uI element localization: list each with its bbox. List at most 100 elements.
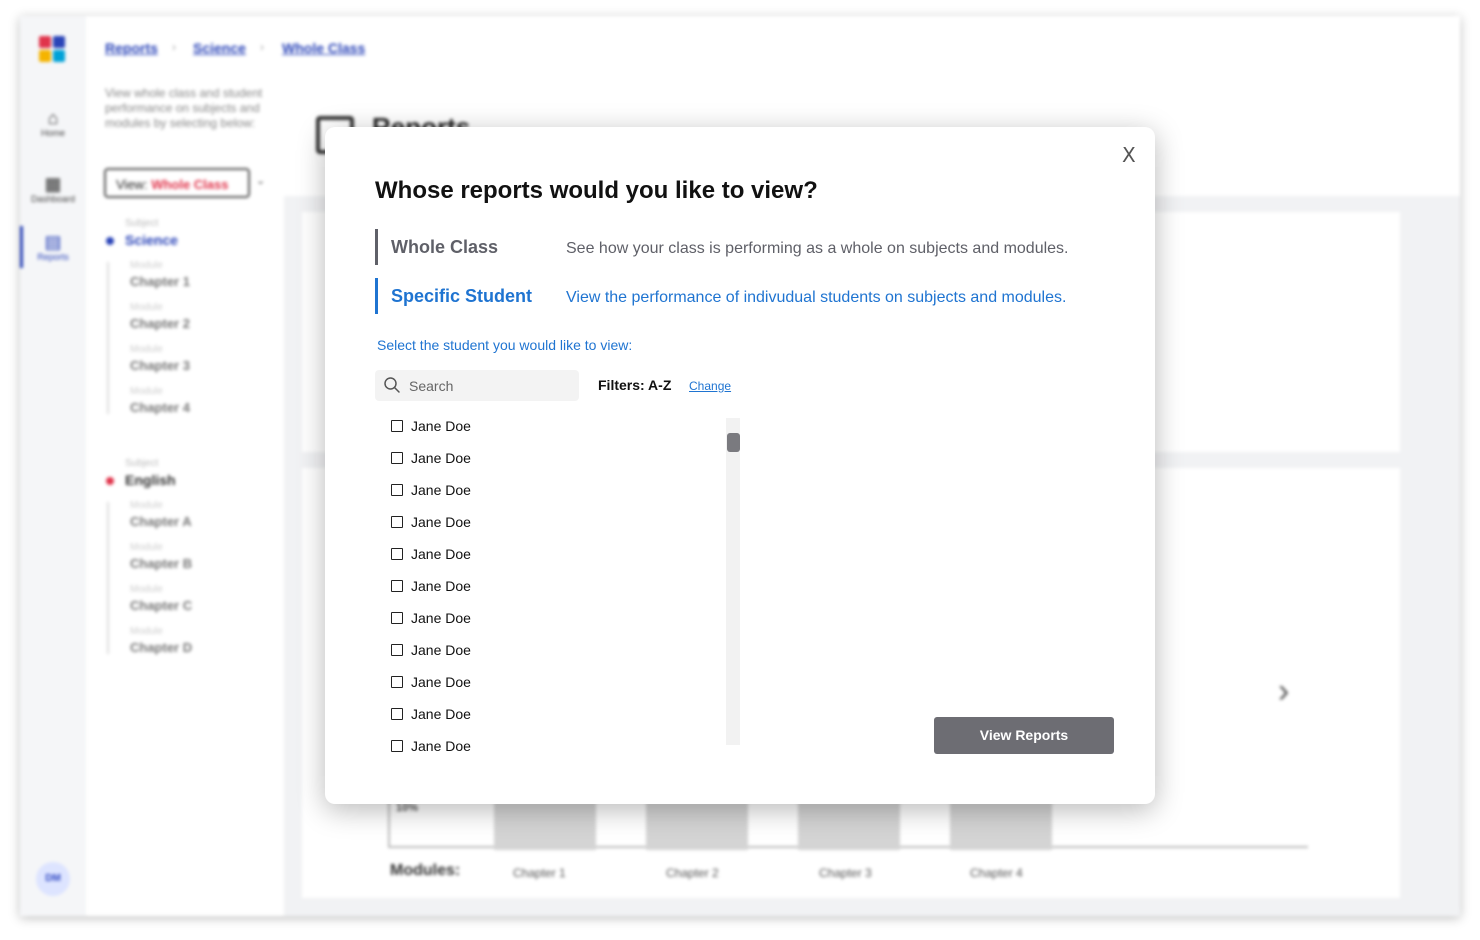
checkbox[interactable] bbox=[391, 484, 403, 496]
rail-item-home[interactable]: ⌂ Home bbox=[20, 108, 86, 138]
search-icon bbox=[384, 377, 400, 393]
student-row[interactable]: Jane Doe bbox=[389, 734, 589, 758]
chevron-right-icon: › bbox=[172, 40, 176, 54]
chart-category-label: Chapter 2 bbox=[666, 866, 719, 880]
module-label: Module bbox=[130, 386, 163, 397]
search-input[interactable]: Search bbox=[375, 370, 579, 401]
module-chapter-b[interactable]: Chapter B bbox=[130, 556, 192, 571]
option-indicator bbox=[375, 278, 378, 314]
module-chapter-3[interactable]: Chapter 3 bbox=[130, 358, 190, 373]
option-specific-student[interactable]: Specific Student View the performance of… bbox=[375, 278, 1115, 314]
student-name: Jane Doe bbox=[411, 450, 471, 466]
module-line bbox=[107, 502, 109, 654]
module-label: Module bbox=[130, 344, 163, 355]
chevron-right-icon: › bbox=[260, 40, 264, 54]
module-chapter-d[interactable]: Chapter D bbox=[130, 640, 192, 655]
student-row[interactable]: Jane Doe bbox=[389, 702, 589, 726]
student-row[interactable]: Jane Doe bbox=[389, 670, 589, 694]
chart-category-label: Chapter 3 bbox=[819, 866, 872, 880]
nav-rail: ⌂ Home ▦ Dashboard ▤ Reports DM bbox=[20, 16, 87, 916]
student-name: Jane Doe bbox=[411, 514, 471, 530]
student-name: Jane Doe bbox=[411, 706, 471, 722]
student-row[interactable]: Jane Doe bbox=[389, 606, 589, 630]
avatar[interactable]: DM bbox=[36, 862, 70, 896]
module-chapter-c[interactable]: Chapter C bbox=[130, 598, 192, 613]
subject-dot bbox=[106, 237, 114, 245]
student-list-scrollbar[interactable] bbox=[726, 418, 740, 745]
module-label: Module bbox=[130, 302, 163, 313]
student-name: Jane Doe bbox=[411, 418, 471, 434]
breadcrumb-reports[interactable]: Reports bbox=[105, 40, 158, 56]
modal-title: Whose reports would you like to view? bbox=[375, 177, 818, 204]
change-filter-link[interactable]: Change bbox=[689, 379, 731, 393]
subject-science[interactable]: Science bbox=[125, 232, 178, 248]
report-sidebar: View whole class and student performance… bbox=[86, 56, 284, 916]
select-student-prompt: Select the student you would like to vie… bbox=[377, 337, 633, 353]
checkbox[interactable] bbox=[391, 452, 403, 464]
option-description: View the performance of indivudual stude… bbox=[566, 289, 1067, 306]
student-row[interactable]: Jane Doe bbox=[389, 478, 589, 502]
dashboard-icon: ▦ bbox=[44, 174, 62, 194]
breadcrumb-science[interactable]: Science bbox=[193, 40, 246, 56]
module-chapter-2[interactable]: Chapter 2 bbox=[130, 316, 190, 331]
module-line bbox=[107, 262, 109, 414]
home-icon: ⌂ bbox=[47, 108, 59, 128]
subject-english[interactable]: English bbox=[125, 472, 176, 488]
checkbox[interactable] bbox=[391, 644, 403, 656]
rail-item-dashboard[interactable]: ▦ Dashboard bbox=[20, 174, 86, 204]
topbar: Reports › Science › Whole Class bbox=[86, 16, 1460, 61]
chart-bar bbox=[950, 802, 1052, 850]
checkbox[interactable] bbox=[391, 420, 403, 432]
option-description: See how your class is performing as a wh… bbox=[566, 240, 1069, 257]
checkbox[interactable] bbox=[391, 612, 403, 624]
student-row[interactable]: Jane Doe bbox=[389, 510, 589, 534]
checkbox[interactable] bbox=[391, 548, 403, 560]
filters-label: Filters: A-Z bbox=[598, 377, 672, 393]
checkbox[interactable] bbox=[391, 676, 403, 688]
student-row[interactable]: Jane Doe bbox=[389, 574, 589, 598]
option-indicator bbox=[375, 229, 378, 265]
subject-dot bbox=[106, 477, 114, 485]
student-row[interactable]: Jane Doe bbox=[389, 414, 589, 438]
chevron-right-icon[interactable]: › bbox=[1278, 672, 1289, 711]
report-selector-modal: X Whose reports would you like to view? … bbox=[325, 127, 1155, 804]
reports-icon: ▤ bbox=[44, 232, 62, 252]
breadcrumb-whole-class[interactable]: Whole Class bbox=[282, 40, 365, 56]
search-placeholder: Search bbox=[409, 378, 454, 394]
chart-bar bbox=[646, 802, 748, 850]
option-whole-class[interactable]: Whole Class See how your class is perfor… bbox=[375, 229, 1115, 265]
option-title: Specific Student bbox=[391, 286, 533, 306]
module-chapter-4[interactable]: Chapter 4 bbox=[130, 400, 190, 415]
chart-category-label: Chapter 4 bbox=[970, 866, 1023, 880]
rail-item-reports[interactable]: ▤ Reports bbox=[20, 232, 86, 262]
module-chapter-1[interactable]: Chapter 1 bbox=[130, 274, 190, 289]
close-button[interactable]: X bbox=[1122, 143, 1136, 167]
checkbox[interactable] bbox=[391, 708, 403, 720]
chevron-down-icon: ⌄ bbox=[256, 175, 266, 187]
module-chapter-a[interactable]: Chapter A bbox=[130, 514, 192, 529]
student-name: Jane Doe bbox=[411, 642, 471, 658]
chart-bar bbox=[494, 802, 596, 850]
student-name: Jane Doe bbox=[411, 546, 471, 562]
student-name: Jane Doe bbox=[411, 482, 471, 498]
view-reports-button[interactable]: View Reports bbox=[934, 717, 1114, 754]
student-row[interactable]: Jane Doe bbox=[389, 542, 589, 566]
scrollbar-thumb[interactable] bbox=[727, 433, 740, 452]
student-row[interactable]: Jane Doe bbox=[389, 446, 589, 470]
student-name: Jane Doe bbox=[411, 610, 471, 626]
chart-category-label: Chapter 1 bbox=[513, 866, 566, 880]
student-row[interactable]: Jane Doe bbox=[389, 638, 589, 662]
checkbox[interactable] bbox=[391, 580, 403, 592]
sidebar-description: View whole class and student performance… bbox=[105, 86, 263, 130]
checkbox[interactable] bbox=[391, 740, 403, 752]
app-logo bbox=[39, 36, 67, 64]
module-label: Module bbox=[130, 500, 163, 511]
chart-bar bbox=[798, 802, 900, 850]
subject-label: Subject bbox=[125, 458, 159, 469]
view-selector[interactable]: View: Whole Class bbox=[104, 168, 250, 198]
student-name: Jane Doe bbox=[411, 674, 471, 690]
student-name: Jane Doe bbox=[411, 578, 471, 594]
checkbox[interactable] bbox=[391, 516, 403, 528]
module-label: Module bbox=[130, 260, 163, 271]
student-name: Jane Doe bbox=[411, 738, 471, 754]
